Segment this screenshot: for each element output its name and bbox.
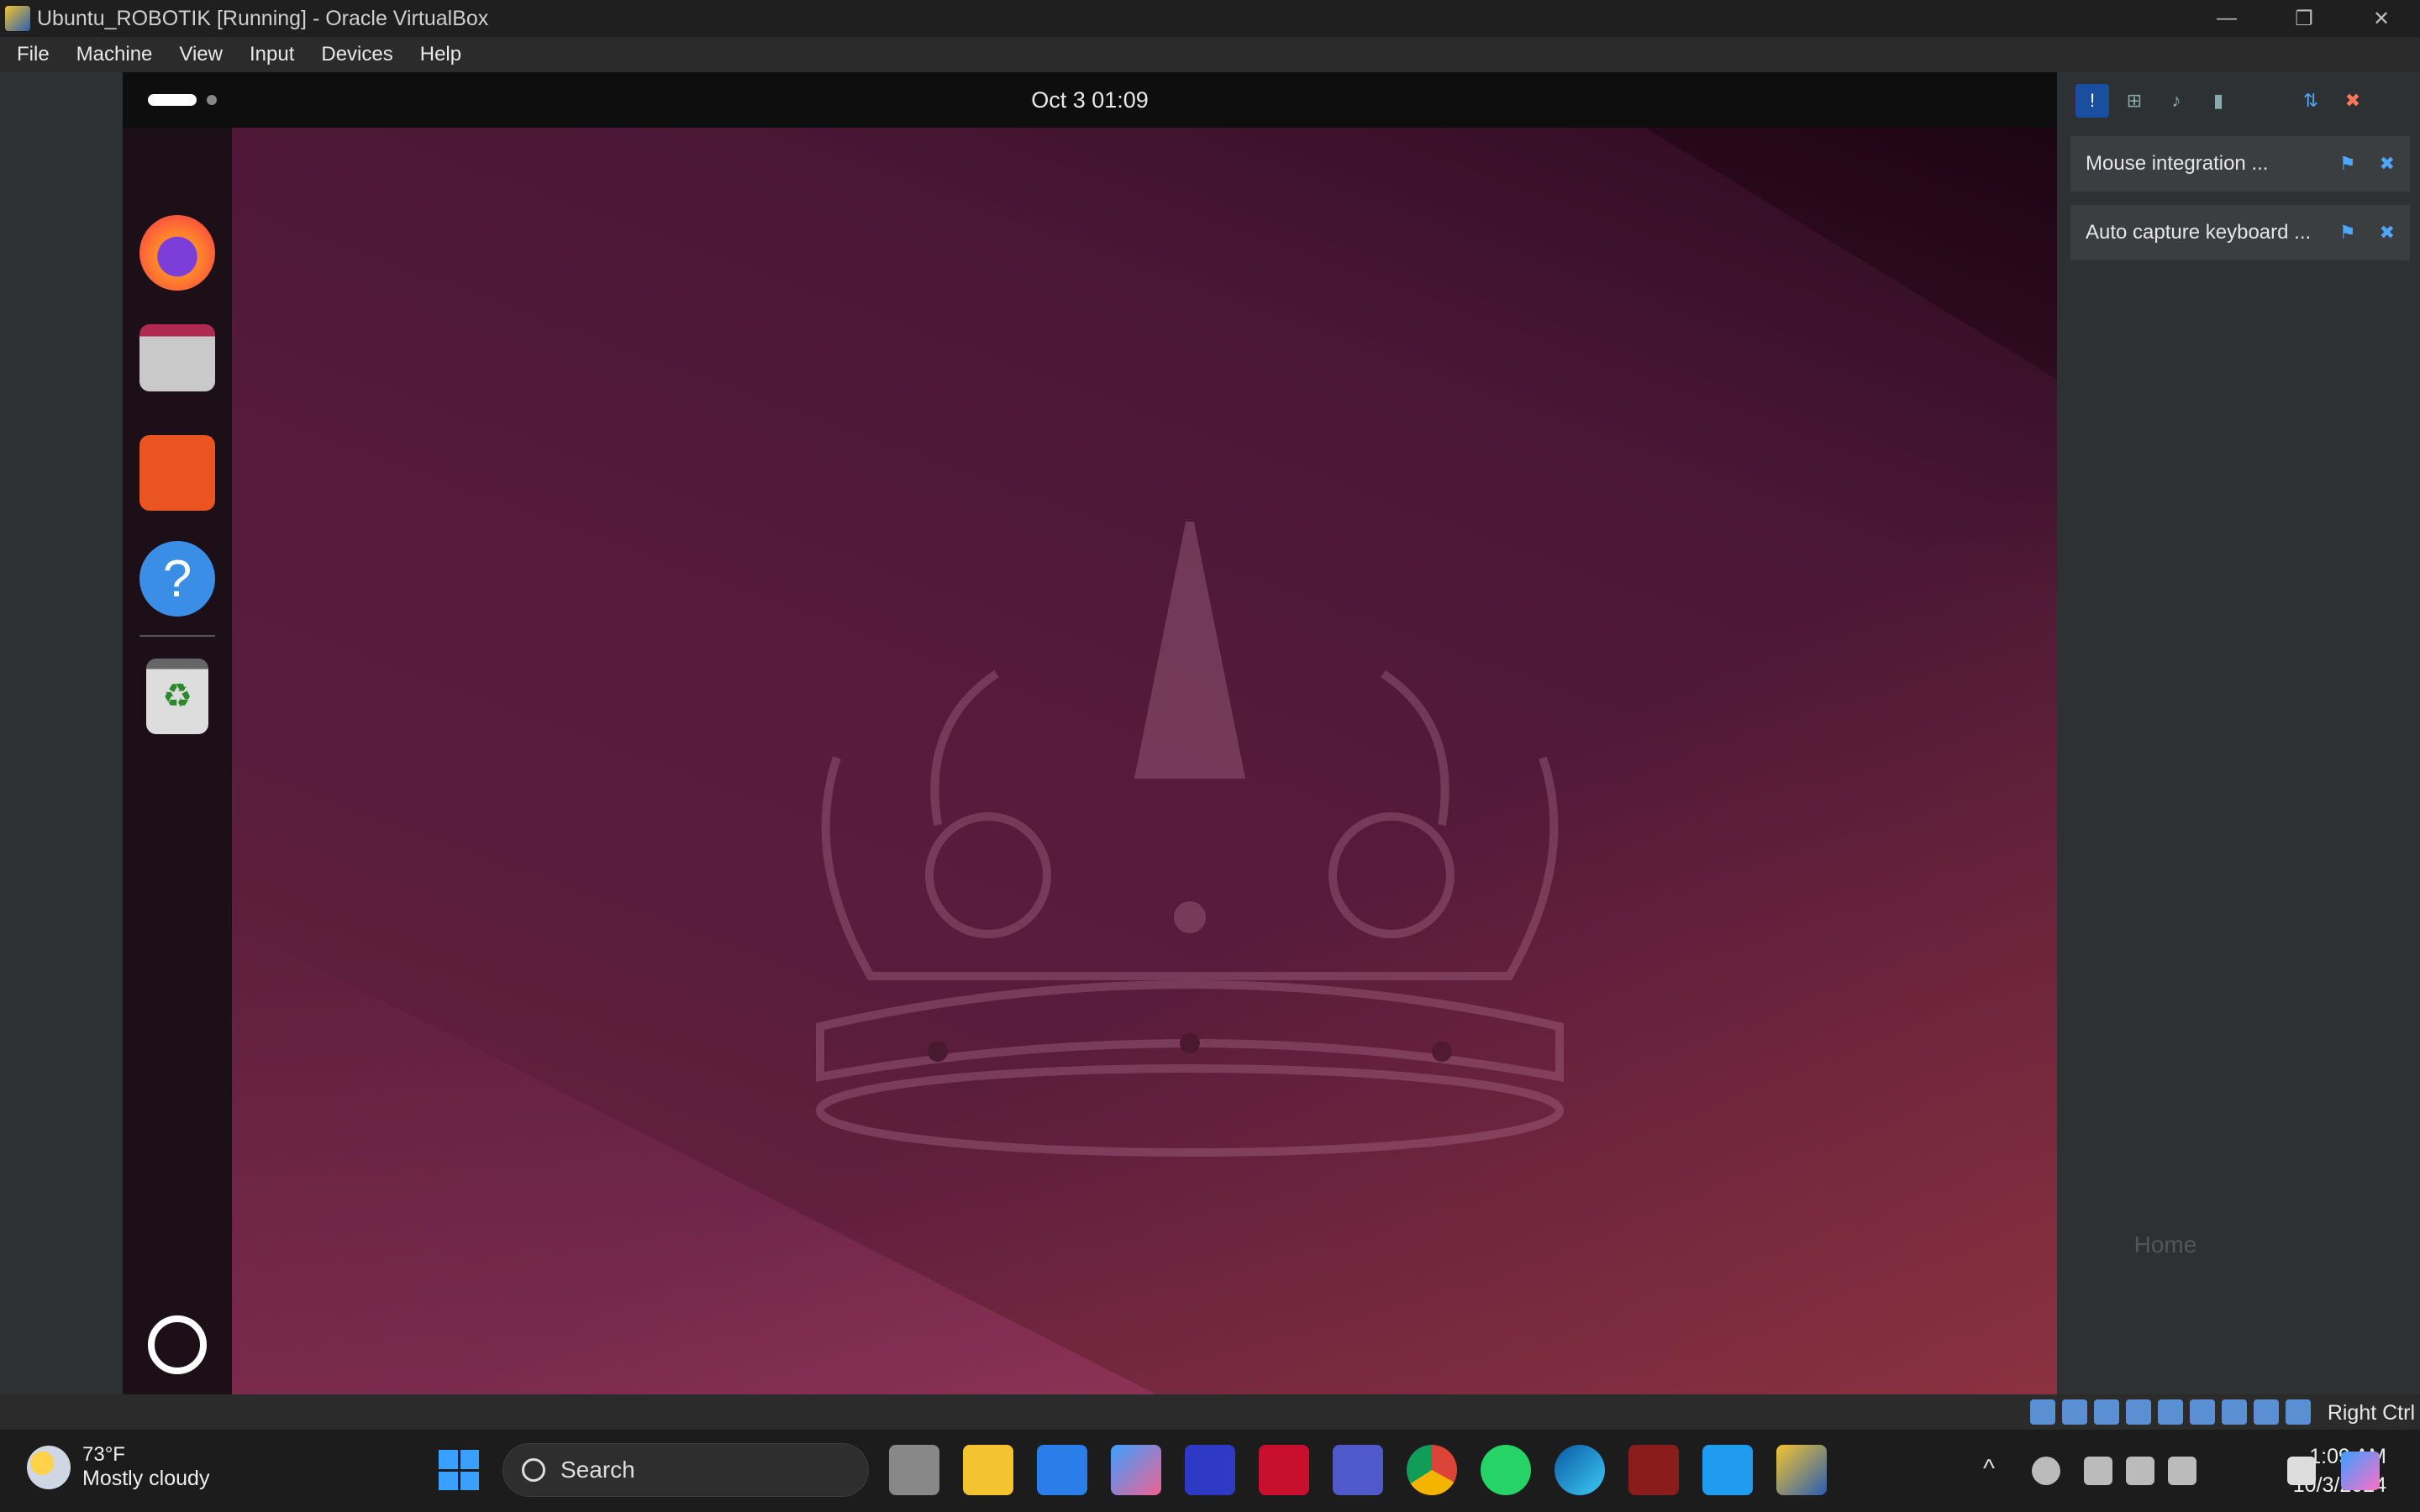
keyboard-capture-icon[interactable] xyxy=(2286,1399,2311,1425)
workspace-dot xyxy=(207,95,217,105)
ubuntu-clock[interactable]: Oct 3 01:09 xyxy=(1031,87,1149,113)
active-workspace-indicator xyxy=(148,94,197,106)
vbox-statusbar: Right Ctrl xyxy=(0,1394,2420,1430)
ubuntu-dock: ? ♻ xyxy=(123,128,232,1394)
battery-tray-icon[interactable] xyxy=(2168,1457,2196,1485)
help-toggle-icon[interactable]: ⚑ xyxy=(2339,222,2356,244)
menu-devices[interactable]: Devices xyxy=(321,43,392,66)
volume-icon[interactable] xyxy=(2126,1457,2154,1485)
usb-icon[interactable] xyxy=(2094,1399,2119,1425)
firefox-icon[interactable] xyxy=(139,215,215,291)
onedrive-icon[interactable] xyxy=(2032,1457,2060,1485)
window-titlebar: Ubuntu_ROBOTIK [Running] - Oracle Virtua… xyxy=(0,0,2420,37)
virtualbox-taskbar-icon[interactable] xyxy=(1776,1445,1827,1495)
host-key-label: Right Ctrl xyxy=(2327,1401,2415,1425)
bug-app-icon[interactable] xyxy=(1628,1445,1679,1495)
microsoft-store-icon[interactable] xyxy=(1037,1445,1087,1495)
wallpaper-shadow xyxy=(1645,128,2057,380)
show-apps-icon[interactable] xyxy=(148,1315,207,1374)
ubuntu-topbar: Oct 3 01:09 xyxy=(123,72,2057,128)
notification-text: Mouse integration ... xyxy=(2086,152,2269,175)
restore-icon[interactable]: ❐ xyxy=(2265,0,2343,37)
workspace-indicator[interactable] xyxy=(148,94,217,106)
taskbar-search[interactable]: Search xyxy=(502,1443,869,1497)
notification-actions: ⚑ ✖ xyxy=(2339,222,2395,244)
window-controls: — ❐ ✕ xyxy=(2188,0,2420,37)
sort-icon[interactable]: ⇅ xyxy=(2294,84,2328,118)
windows-taskbar: 73°F Mostly cloudy Search ^ 1:09 AM 10/3… xyxy=(0,1430,2420,1512)
system-tray: ^ 1:09 AM 10/3/2024 xyxy=(1949,1430,2420,1512)
start-button[interactable] xyxy=(439,1450,479,1490)
notification-item[interactable]: Auto capture keyboard ... ⚑ ✖ xyxy=(2070,205,2410,260)
teams-icon[interactable] xyxy=(1333,1445,1383,1495)
notification-text: Auto capture keyboard ... xyxy=(2086,221,2312,244)
network-status-icon[interactable] xyxy=(2222,1399,2247,1425)
menu-view[interactable]: View xyxy=(179,43,223,66)
battery-icon[interactable]: ▮ xyxy=(2202,84,2235,118)
notification-list: Mouse integration ... ⚑ ✖ Auto capture k… xyxy=(2070,136,2410,274)
close-icon[interactable]: ✖ xyxy=(2380,153,2395,175)
notification-messages-icon[interactable]: ! xyxy=(2075,84,2109,118)
close-icon[interactable]: ✖ xyxy=(2380,222,2395,244)
taskbar-apps xyxy=(889,1445,1827,1495)
virtualbox-icon xyxy=(5,6,30,31)
dock-separator xyxy=(139,635,215,637)
partly-cloudy-icon xyxy=(27,1445,71,1489)
notification-toolbar: ! ⊞ ♪ ▮ ⇅ ✖ xyxy=(2067,77,2413,124)
notification-center: ! ⊞ ♪ ▮ ⇅ ✖ Mouse integration ... ⚑ ✖ Au… xyxy=(2060,72,2420,1394)
menu-machine[interactable]: Machine xyxy=(76,43,153,66)
help-icon[interactable]: ? xyxy=(139,541,215,617)
chevron-up-icon[interactable]: ^ xyxy=(1983,1455,1995,1483)
close-icon[interactable]: ✕ xyxy=(2343,0,2420,37)
recording-icon[interactable] xyxy=(2190,1399,2215,1425)
display-icon[interactable] xyxy=(2158,1399,2183,1425)
crown-wallpaper-logo xyxy=(816,522,1564,1157)
vscode-icon[interactable] xyxy=(1702,1445,1753,1495)
copilot-icon[interactable] xyxy=(1111,1445,1161,1495)
task-view-icon[interactable] xyxy=(889,1445,939,1495)
weather-description: Mostly cloudy xyxy=(82,1467,210,1490)
mouse-integration-icon[interactable] xyxy=(2254,1399,2279,1425)
whatsapp-icon[interactable] xyxy=(1481,1445,1531,1495)
optical-drive-icon[interactable] xyxy=(2030,1399,2055,1425)
ubuntu-desktop-wallpaper[interactable] xyxy=(232,128,2057,1394)
mcafee-icon[interactable] xyxy=(1259,1445,1309,1495)
menu-input[interactable]: Input xyxy=(250,43,294,66)
shared-folders-icon[interactable] xyxy=(2126,1399,2151,1425)
notification-actions: ⚑ ✖ xyxy=(2339,153,2395,175)
ghost-home-label: Home xyxy=(2133,1231,2197,1257)
weather-temperature: 73°F xyxy=(82,1443,125,1466)
search-label: Search xyxy=(560,1457,635,1483)
audio-icon[interactable]: ♪ xyxy=(2160,84,2193,118)
weather-widget[interactable]: 73°F Mostly cloudy xyxy=(27,1443,209,1491)
files-icon[interactable] xyxy=(139,324,215,391)
menu-help[interactable]: Help xyxy=(420,43,461,66)
wifi-icon[interactable] xyxy=(2084,1457,2112,1485)
app-center-icon[interactable] xyxy=(139,435,215,511)
window-title: Ubuntu_ROBOTIK [Running] - Oracle Virtua… xyxy=(37,6,489,30)
menubar: File Machine View Input Devices Help xyxy=(0,37,2420,72)
help-toggle-icon[interactable]: ⚑ xyxy=(2339,153,2356,175)
disk-icon[interactable] xyxy=(2062,1399,2087,1425)
edge-icon[interactable] xyxy=(1555,1445,1605,1495)
search-icon xyxy=(522,1458,545,1482)
copilot-pre-icon[interactable] xyxy=(2341,1452,2380,1490)
file-explorer-icon[interactable] xyxy=(963,1445,1013,1495)
dismiss-all-icon[interactable]: ✖ xyxy=(2336,84,2370,118)
device-status-icons xyxy=(2030,1399,2311,1425)
notification-bell-icon[interactable] xyxy=(2287,1457,2316,1485)
vm-display[interactable]: Oct 3 01:09 ? ♻ xyxy=(123,72,2057,1394)
myasus-icon[interactable] xyxy=(1185,1445,1235,1495)
network-icon[interactable]: ⊞ xyxy=(2118,84,2151,118)
menu-file[interactable]: File xyxy=(17,43,50,66)
trash-icon[interactable]: ♻ xyxy=(146,659,208,734)
notification-item[interactable]: Mouse integration ... ⚑ ✖ xyxy=(2070,136,2410,192)
minimize-icon[interactable]: — xyxy=(2188,0,2265,37)
chrome-icon[interactable] xyxy=(1407,1445,1457,1495)
